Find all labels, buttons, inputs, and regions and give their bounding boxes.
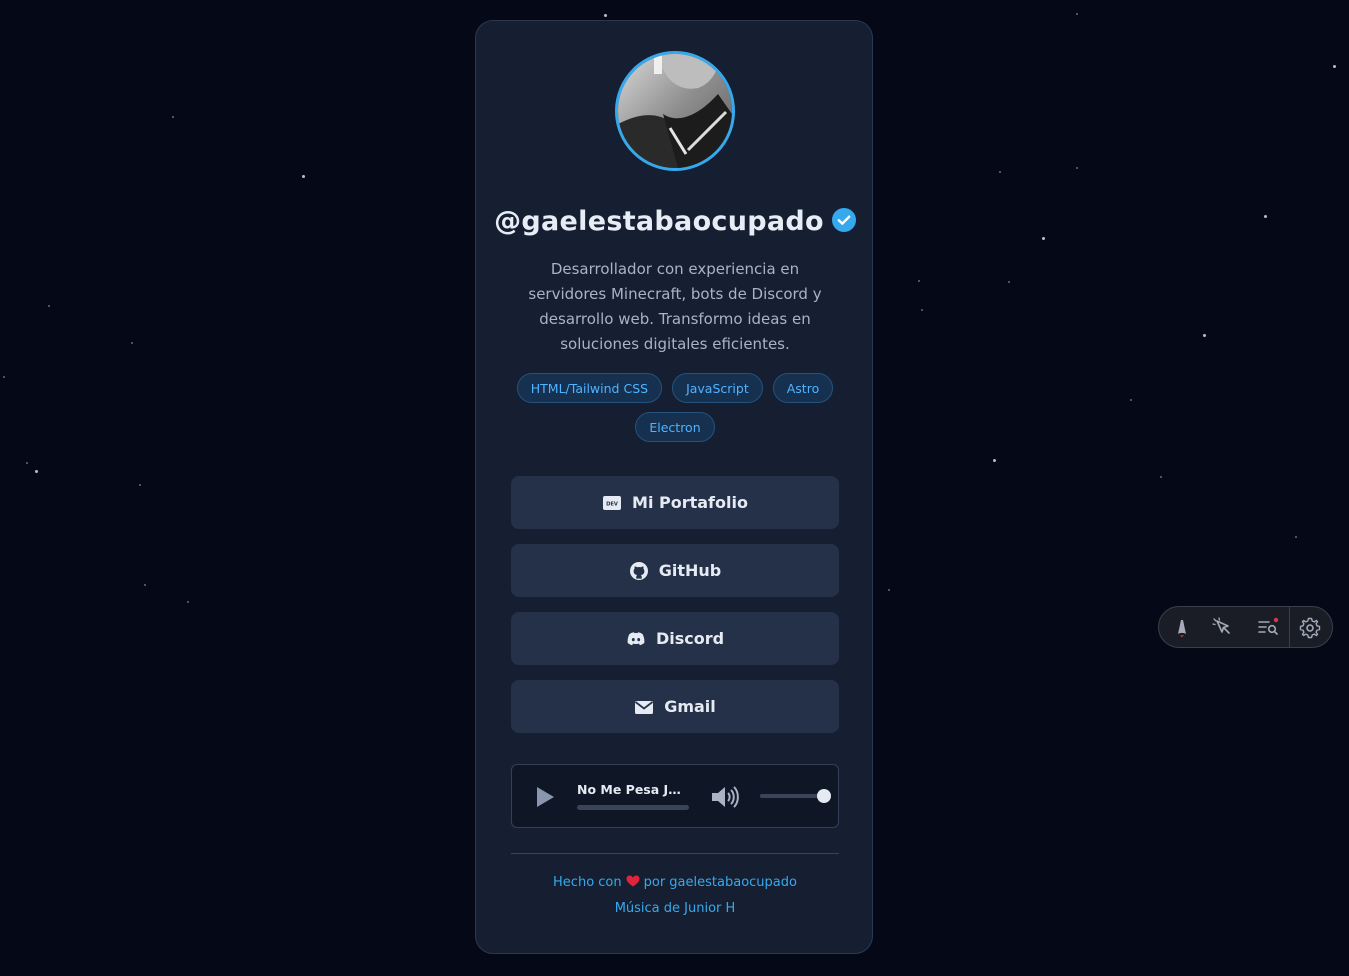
- bio: Desarrollador con experiencia en servido…: [528, 260, 822, 353]
- audit-list-icon[interactable]: [1256, 616, 1280, 640]
- username: @gaelestabaocupado: [494, 205, 824, 237]
- track-progress-bar[interactable]: [577, 805, 689, 810]
- discord-icon: [627, 631, 645, 645]
- avatar: [615, 51, 735, 171]
- play-icon[interactable]: [534, 785, 556, 809]
- footer-made-with: Hecho con: [553, 875, 622, 890]
- github-button[interactable]: GitHub: [511, 544, 839, 597]
- svg-text:DEV: DEV: [606, 501, 618, 507]
- gmail-button[interactable]: Gmail: [511, 680, 839, 733]
- profile-card: @gaelestabaocupado Desarrollador con exp…: [475, 20, 873, 954]
- avatar-photo: [618, 54, 732, 168]
- tag-javascript[interactable]: JavaScript: [672, 373, 763, 403]
- settings-icon[interactable]: [1298, 616, 1322, 640]
- astro-logo-icon[interactable]: [1170, 616, 1194, 640]
- tag-html-tailwind[interactable]: HTML/Tailwind CSS: [516, 373, 663, 403]
- dev-toolbar: [1158, 606, 1333, 648]
- footer-music-credit[interactable]: Música de Junior H: [476, 901, 874, 916]
- portfolio-label: Mi Portafolio: [632, 493, 748, 512]
- mail-icon: [635, 700, 654, 714]
- gmail-label: Gmail: [664, 697, 716, 716]
- social-links: DEV Mi Portafolio GitHub Discord Gmail: [511, 476, 839, 748]
- tag-astro[interactable]: Astro: [772, 373, 834, 403]
- dev-icon: DEV: [603, 495, 622, 510]
- github-label: GitHub: [658, 561, 722, 580]
- skill-tags: HTML/Tailwind CSS JavaScript Astro Elect…: [516, 373, 834, 442]
- tag-electron[interactable]: Electron: [635, 412, 715, 442]
- cursor-inspect-icon[interactable]: [1211, 616, 1235, 640]
- track-title: No Me Pesa Junior H: [577, 782, 689, 797]
- username-row: @gaelestabaocupado: [476, 199, 874, 243]
- volume-icon[interactable]: [710, 784, 740, 810]
- volume-fill: [760, 794, 824, 798]
- discord-label: Discord: [655, 629, 725, 648]
- music-player: No Me Pesa Junior H: [511, 764, 839, 828]
- heart-icon: [626, 875, 640, 887]
- footer-author[interactable]: por gaelestabaocupado: [644, 875, 797, 890]
- footer-credit: Hecho con por gaelestabaocupado: [476, 875, 874, 890]
- discord-button[interactable]: Discord: [511, 612, 839, 665]
- toolbar-separator: [1289, 607, 1290, 647]
- verified-badge-icon: [831, 207, 856, 232]
- volume-knob[interactable]: [817, 789, 831, 803]
- footer-divider: [511, 853, 839, 854]
- volume-slider[interactable]: [760, 789, 831, 803]
- portfolio-button[interactable]: DEV Mi Portafolio: [511, 476, 839, 529]
- github-icon: [629, 561, 648, 580]
